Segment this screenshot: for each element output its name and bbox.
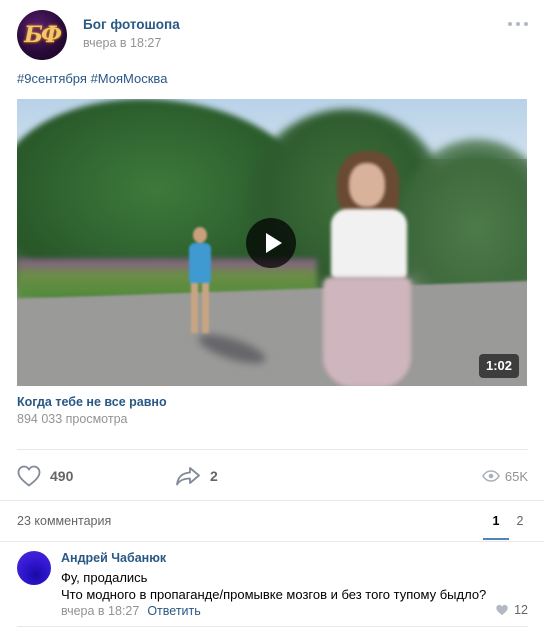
hashtag-link[interactable]: #9сентября: [17, 71, 87, 86]
comments-section: 23 комментария 1 2 Андрей Чабанюк Фу, пр…: [0, 500, 544, 629]
video-player[interactable]: 1:02: [17, 99, 527, 386]
comment-text-line: Что модного в пропаганде/промывке мозгов…: [61, 587, 487, 602]
post-time[interactable]: вчера в 18:27: [83, 36, 161, 50]
heart-icon: [17, 465, 41, 487]
eye-icon: [481, 470, 500, 482]
views-count: 65K: [504, 468, 528, 484]
share-button[interactable]: 2: [175, 458, 218, 494]
comment-item: Андрей Чабанюк Фу, продались Что модного…: [17, 549, 528, 625]
comment-like-button[interactable]: 12: [495, 603, 528, 617]
hashtag-link[interactable]: #МояМосква: [91, 71, 168, 86]
divider: [17, 626, 528, 627]
avatar-initials: БФ: [24, 22, 62, 48]
commenter-name[interactable]: Андрей Чабанюк: [61, 551, 166, 565]
comments-header: 23 комментария 1 2: [17, 501, 528, 541]
play-icon[interactable]: [246, 218, 296, 268]
more-icon[interactable]: [508, 20, 528, 28]
page-link-2[interactable]: 2: [512, 501, 528, 541]
comments-count-label: 23 комментария: [17, 514, 112, 528]
share-icon: [176, 467, 200, 486]
comment-likes-count: 12: [514, 603, 528, 617]
commenter-avatar[interactable]: [17, 551, 51, 585]
small-heart-icon: [496, 604, 508, 616]
like-button[interactable]: 490: [17, 458, 73, 494]
video-frame-walker: [187, 227, 213, 337]
page-link-1[interactable]: 1: [483, 501, 509, 541]
video-title[interactable]: Когда тебе не все равно: [17, 395, 167, 409]
community-avatar[interactable]: БФ: [17, 10, 67, 60]
reply-button[interactable]: Ответить: [147, 604, 200, 618]
comment-text-line: Фу, продались: [61, 570, 148, 585]
comment-footer: вчера в 18:27 Ответить: [61, 604, 201, 618]
video-views: 894 033 просмотра: [17, 412, 128, 426]
post-actions: 490 23 2 65K: [17, 458, 528, 554]
comment-time[interactable]: вчера в 18:27: [61, 604, 139, 618]
divider: [0, 541, 544, 542]
shares-count: 2: [210, 468, 218, 484]
post-hashtags: #9сентября #МояМосква: [17, 71, 167, 86]
divider: [17, 449, 528, 450]
post-author-name[interactable]: Бог фотошопа: [83, 17, 180, 32]
post-header: БФ Бог фотошопа вчера в 18:27: [17, 10, 528, 62]
likes-count: 490: [50, 468, 74, 484]
comment-text: Фу, продались Что модного в пропаганде/п…: [61, 569, 521, 603]
views-counter: 65K: [481, 458, 528, 494]
video-frame-girl: [317, 149, 427, 386]
comments-pager: 1 2: [483, 501, 528, 541]
video-duration: 1:02: [478, 354, 519, 378]
